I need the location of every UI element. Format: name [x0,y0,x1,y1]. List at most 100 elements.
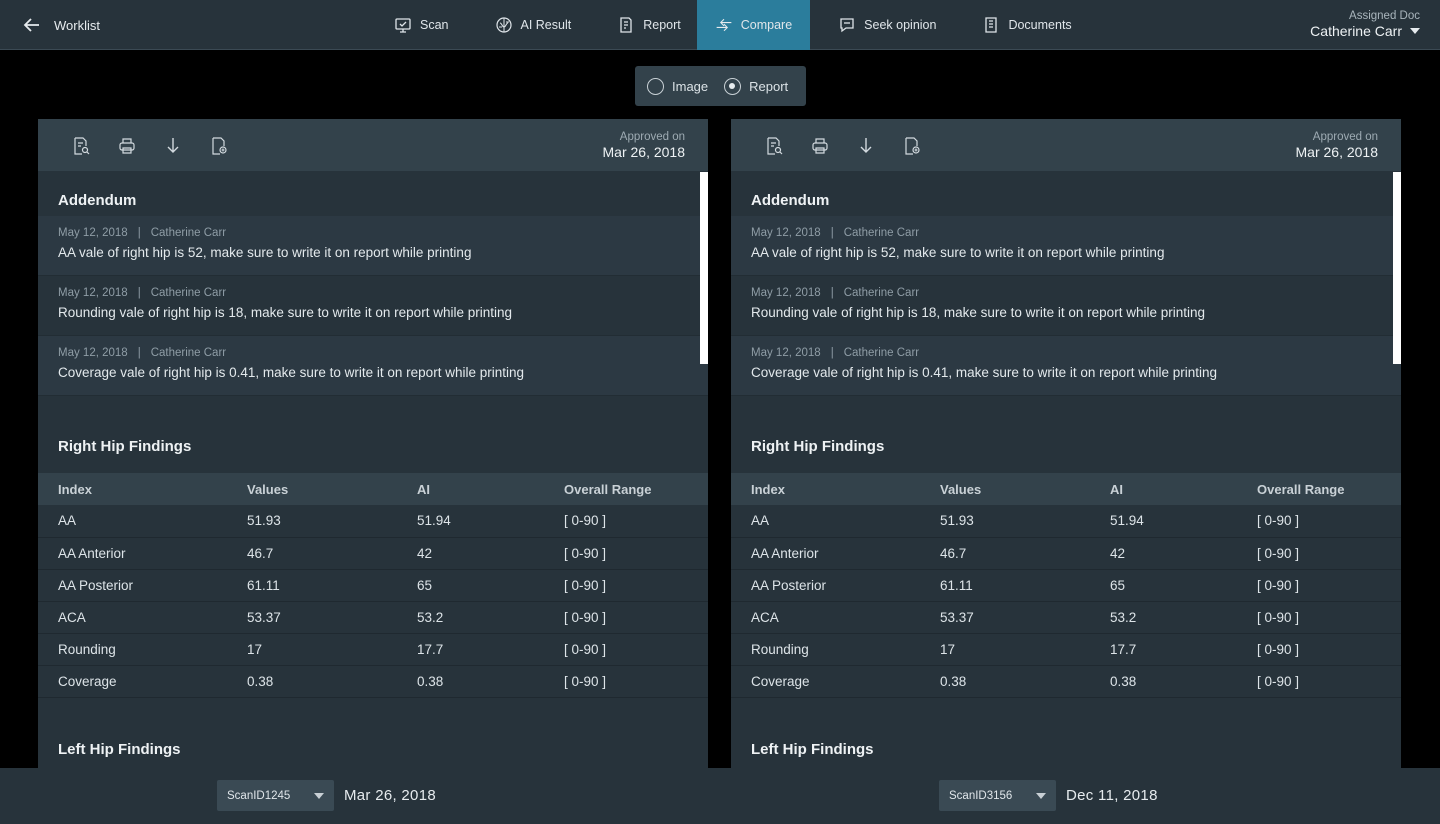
table-row: AA Anterior 46.7 42[ 0-90 ] [731,537,1401,570]
cell-value: 53.37 [247,601,417,634]
meta-separator: | [830,287,834,299]
cell-value: 17 [940,633,1110,666]
toolbar-icons [765,136,921,156]
right-hip-findings-title: Right Hip Findings [751,437,885,455]
addendum-note: May 12, 2018 | Catherine Carr Rounding val… [731,276,1401,336]
report-icon [620,17,632,33]
back-to-worklist-button[interactable]: Worklist [22,12,100,38]
scan-id-value: ScanID1245 [227,789,291,802]
download-icon[interactable] [164,136,182,156]
note-date: May 12, 2018 [751,287,821,299]
cell-index: Rounding [731,633,940,666]
radio-image[interactable]: Image [647,77,709,95]
note-date: May 12, 2018 [58,227,128,239]
note-meta: May 12, 2018 | Catherine Carr [58,227,688,239]
cell-value: 51.93 [940,505,1110,538]
column-header-index: Index [38,473,247,505]
cell-index: AA [38,505,247,538]
cell-range: [ 0-90 ] [564,601,708,634]
scan-id-select-right[interactable]: ScanID3156 [939,780,1056,811]
table-row: Coverage 0.38 0.38[ 0-90 ] [731,665,1401,698]
cell-value: 0.38 [247,665,417,698]
note-text: Rounding vale of right hip is 18, make s… [751,305,1205,320]
addendum-note: May 12, 2018 | Catherine Carr Coverage val… [38,336,708,396]
cell-value: 0.38 [940,665,1110,698]
cell-range: [ 0-90 ] [564,665,708,698]
tab-seek-opinion[interactable]: Seek opinion [824,0,950,50]
scan-date-left: Mar 26, 2018 [344,787,436,804]
note-text: Coverage vale of right hip is 0.41, make… [751,365,1217,380]
right-hip-findings-table: Index Values AI Overall Range AA 51.93 51.… [731,473,1401,698]
table-row: ACA 53.37 53.2[ 0-90 ] [38,601,708,634]
report-panel-left: Approved on Mar 26, 2018 Addendum May 12… [38,119,708,768]
panel-toolbar: Approved on Mar 26, 2018 [38,119,708,171]
assigned-doc-selector[interactable]: Assigned Doc Catherine Carr [1310,10,1420,39]
assigned-doc-name: Catherine Carr [1310,23,1402,39]
assigned-doc-name-row: Catherine Carr [1310,23,1420,39]
column-header-overall-range: Overall Range [564,473,708,505]
add-document-icon[interactable] [210,136,228,156]
radio-report[interactable]: Report [724,77,788,95]
cell-ai: 42 [1110,537,1257,570]
note-meta: May 12, 2018 | Catherine Carr [751,347,1381,359]
note-author: Catherine Carr [843,227,920,239]
print-icon[interactable] [118,136,136,156]
cell-ai: 17.7 [1110,633,1257,666]
tab-scan[interactable]: Scan [380,0,463,50]
panel-toolbar: Approved on Mar 26, 2018 [731,119,1401,171]
addendum-scrollbar[interactable] [700,172,708,364]
column-header-index: Index [731,473,940,505]
tab-compare-label: Compare [740,18,793,32]
download-icon[interactable] [857,136,875,156]
table-row: AA 51.93 51.94[ 0-90 ] [731,505,1401,538]
right-hip-findings-title: Right Hip Findings [58,437,192,455]
print-icon[interactable] [811,136,829,156]
cell-ai: 53.2 [1110,601,1257,634]
radio-image-label: Image [672,78,709,94]
scan-id-value: ScanID3156 [949,789,1013,802]
scan-date-right: Dec 11, 2018 [1066,787,1158,804]
view-toggle: Image Report [635,66,806,106]
cell-range: [ 0-90 ] [1257,537,1401,570]
note-text: Rounding vale of right hip is 18, make s… [58,305,512,320]
bottom-scan-bar: ScanID1245 Mar 26, 2018 ScanID3156 Dec 1… [0,768,1440,824]
cell-ai: 51.94 [417,505,564,538]
note-meta: May 12, 2018 | Catherine Carr [751,227,1381,239]
cell-ai: 0.38 [417,665,564,698]
preview-document-icon[interactable] [765,136,783,156]
preview-document-icon[interactable] [72,136,90,156]
addendum-note: May 12, 2018 | Catherine Carr Rounding val… [38,276,708,336]
tab-ai-result[interactable]: AI Result [481,0,586,50]
scan-id-select-left[interactable]: ScanID1245 [217,780,334,811]
cell-index: AA Anterior [38,537,247,570]
cell-value: 17 [247,633,417,666]
cell-range: [ 0-90 ] [564,505,708,538]
table-header-row: Index Values AI Overall Range [38,473,708,505]
cell-ai: 17.7 [417,633,564,666]
compare-arrows-icon [716,18,732,32]
meta-separator: | [137,227,141,239]
cell-value: 51.93 [247,505,417,538]
note-date: May 12, 2018 [751,347,821,359]
table-row: AA Anterior 46.7 42[ 0-90 ] [38,537,708,570]
addendum-scrollbar[interactable] [1393,172,1401,364]
approved-label: Approved on [1312,131,1378,143]
note-date: May 12, 2018 [751,227,821,239]
top-nav-bar: Worklist Scan AI Result Report Compare S… [0,0,1440,50]
cell-index: AA [731,505,940,538]
cell-index: AA Posterior [731,569,940,602]
meta-separator: | [137,287,141,299]
tab-documents[interactable]: Documents [968,0,1085,50]
note-author: Catherine Carr [150,347,227,359]
right-hip-findings-table: Index Values AI Overall Range AA 51.93 51.… [38,473,708,698]
main-tabs: Scan AI Result Report Compare Seek opini… [380,0,1086,50]
radio-circle-icon [647,77,664,95]
column-header-ai: AI [417,473,564,505]
table-row: AA Posterior 61.11 65[ 0-90 ] [38,569,708,602]
tab-scan-label: Scan [420,18,449,32]
add-document-icon[interactable] [903,136,921,156]
approved-date: Mar 26, 2018 [1295,144,1379,160]
tab-report[interactable]: Report [603,0,695,50]
addendum-note: May 12, 2018 | Catherine Carr AA vale of r… [38,216,708,276]
tab-compare[interactable]: Compare [696,0,811,50]
